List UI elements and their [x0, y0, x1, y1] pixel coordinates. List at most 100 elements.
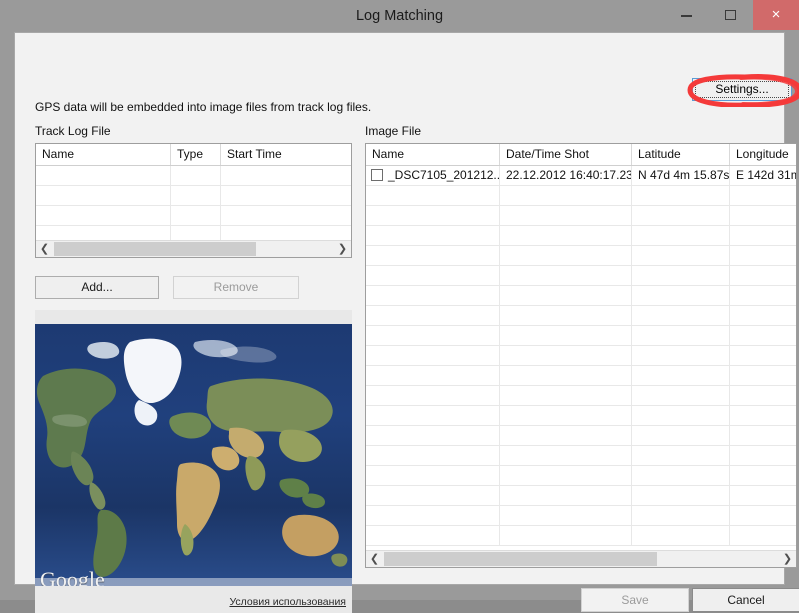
table-cell [500, 246, 632, 265]
table-row-empty[interactable] [366, 466, 796, 486]
dialog-content: Settings... GPS data will be embedded in… [14, 32, 799, 613]
table-cell [632, 286, 730, 305]
table-cell [366, 226, 500, 245]
table-cell [221, 166, 351, 185]
table-cell [632, 246, 730, 265]
table-cell [730, 226, 796, 245]
track-log-table: Name Type Start Time ❮ ❯ [35, 143, 352, 258]
table-cell [171, 226, 221, 240]
table-row-empty[interactable] [36, 226, 351, 240]
table-row-empty[interactable] [366, 526, 796, 546]
table-cell [500, 346, 632, 365]
scroll-right-icon[interactable]: ❯ [334, 241, 351, 257]
table-cell [500, 386, 632, 405]
map-view[interactable]: ⱏ ⱎ ‹ › + − Map Satellite Hybrid Physica… [35, 310, 352, 613]
table-cell [730, 206, 796, 225]
table-row-empty[interactable] [366, 326, 796, 346]
scroll-right-icon[interactable]: ❯ [779, 551, 796, 567]
image-file-hscrollbar[interactable]: ❮ ❯ [366, 550, 796, 567]
table-cell: N 47d 4m 15.87s [632, 166, 730, 185]
table-row-empty[interactable] [36, 186, 351, 206]
settings-button[interactable]: Settings... [692, 78, 792, 101]
table-cell [500, 186, 632, 205]
table-cell [730, 506, 796, 525]
image-file-table: Name Date/Time Shot Latitude Longitude _DSC… [365, 143, 797, 568]
table-row-empty[interactable] [366, 366, 796, 386]
table-cell [730, 446, 796, 465]
image-file-section-label: Image File [365, 124, 422, 138]
table-cell [730, 426, 796, 445]
scroll-thumb[interactable] [54, 242, 256, 256]
table-row-empty[interactable] [366, 346, 796, 366]
table-cell [366, 326, 500, 345]
column-header[interactable]: Name [36, 144, 171, 165]
column-header[interactable]: Latitude [632, 144, 730, 165]
log-matching-window: Log Matching × Settings... GPS data will… [0, 0, 799, 613]
table-row-empty[interactable] [366, 286, 796, 306]
table-row-empty[interactable] [366, 206, 796, 226]
row-checkbox[interactable] [371, 169, 383, 181]
table-cell [171, 206, 221, 225]
table-cell [632, 306, 730, 325]
maximize-button[interactable] [708, 0, 753, 30]
terms-of-use-link[interactable]: Условия использования [229, 596, 346, 608]
table-cell [366, 466, 500, 485]
table-cell [500, 506, 632, 525]
table-cell [366, 426, 500, 445]
add-button[interactable]: Add... [35, 276, 159, 299]
close-icon: × [771, 6, 781, 23]
column-header[interactable]: Longitude [730, 144, 796, 165]
table-row-empty[interactable] [366, 246, 796, 266]
column-header[interactable]: Type [171, 144, 221, 165]
table-row-empty[interactable] [366, 426, 796, 446]
table-cell [221, 206, 351, 225]
table-row-empty[interactable] [366, 406, 796, 426]
table-cell: E 142d 31m 3 [730, 166, 796, 185]
table-cell [366, 206, 500, 225]
table-row-empty[interactable] [36, 166, 351, 186]
table-row-empty[interactable] [366, 226, 796, 246]
track-log-hscrollbar[interactable]: ❮ ❯ [36, 240, 351, 257]
table-cell [632, 466, 730, 485]
table-row-empty[interactable] [366, 266, 796, 286]
table-cell [632, 406, 730, 425]
table-cell [632, 426, 730, 445]
table-row-empty[interactable] [366, 386, 796, 406]
table-cell [632, 526, 730, 545]
table-cell [500, 426, 632, 445]
save-button: Save [581, 588, 689, 612]
table-cell [632, 186, 730, 205]
map-top-strip [35, 310, 352, 324]
table-cell [730, 406, 796, 425]
column-header[interactable]: Date/Time Shot [500, 144, 632, 165]
table-cell [730, 306, 796, 325]
table-row-empty[interactable] [366, 506, 796, 526]
track-log-header-row: Name Type Start Time [36, 144, 351, 166]
scroll-left-icon[interactable]: ❮ [366, 551, 383, 567]
table-row-empty[interactable] [366, 446, 796, 466]
scroll-left-icon[interactable]: ❮ [36, 241, 53, 257]
cancel-button[interactable]: Cancel [692, 588, 799, 612]
column-header[interactable]: Name [366, 144, 500, 165]
table-row[interactable]: _DSC7105_201212... 22.12.2012 16:40:17.23… [366, 166, 796, 186]
table-row-empty[interactable] [366, 186, 796, 206]
table-cell [632, 266, 730, 285]
table-cell [730, 286, 796, 305]
close-button[interactable]: × [753, 0, 799, 30]
column-header[interactable]: Start Time [221, 144, 351, 165]
table-row-empty[interactable] [36, 206, 351, 226]
table-cell [632, 326, 730, 345]
table-cell [366, 506, 500, 525]
table-row-empty[interactable] [366, 486, 796, 506]
minimize-button[interactable] [663, 0, 708, 30]
map-canvas[interactable]: ⱏ ⱎ ‹ › + − Map Satellite Hybrid Physica… [35, 324, 352, 586]
table-cell [730, 366, 796, 385]
scroll-thumb[interactable] [384, 552, 657, 566]
table-row-empty[interactable] [366, 306, 796, 326]
table-cell [500, 486, 632, 505]
table-cell [366, 366, 500, 385]
table-cell [500, 226, 632, 245]
table-cell [632, 226, 730, 245]
table-cell [730, 186, 796, 205]
table-cell [36, 226, 171, 240]
